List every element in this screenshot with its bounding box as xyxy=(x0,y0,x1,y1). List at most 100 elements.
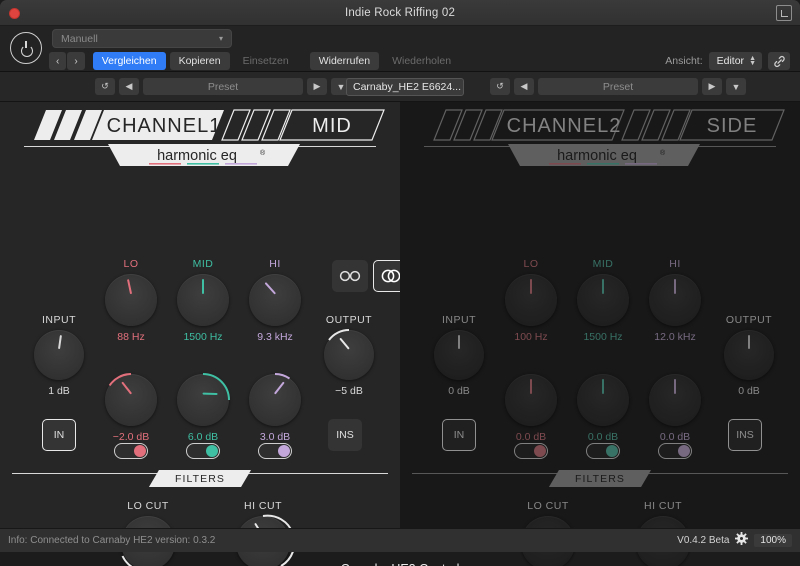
channel-2-mid-freq-knob[interactable] xyxy=(577,274,629,326)
close-dot-icon[interactable] xyxy=(9,8,20,19)
channel-1-mid-freq-knob[interactable] xyxy=(177,274,229,326)
channel-1-hi-enable-toggle[interactable] xyxy=(258,443,292,459)
redo-button: Wiederholen xyxy=(392,55,452,67)
channel-1-hi-freq-value: 9.3 kHz xyxy=(257,331,293,343)
channel-2-hi-gain-value: 0.0 dB xyxy=(659,431,691,443)
channel-2-in-button[interactable]: IN xyxy=(442,419,476,451)
channel-1-in-button[interactable]: IN xyxy=(42,419,76,451)
channel-2-hi-label: HI xyxy=(669,258,681,270)
output-arc xyxy=(328,329,350,341)
copy-button[interactable]: Kopieren xyxy=(169,52,230,70)
status-bar: Info: Connected to Carnaby HE2 version: … xyxy=(0,528,800,552)
channel-1-hi-freq-knob[interactable] xyxy=(249,274,301,326)
channel-1-mid-freq-group: MID 1500 Hz xyxy=(170,258,236,343)
channel-1-lo-label: LO xyxy=(123,258,139,270)
channel-2-lo-enable-toggle[interactable] xyxy=(514,443,548,459)
channel-1-lo-freq-knob[interactable] xyxy=(105,274,157,326)
preset-field-right[interactable]: Preset xyxy=(538,78,698,95)
channel-1-mid-freq-value: 1500 Hz xyxy=(183,331,223,343)
channel-2-mid-freq-group: MID 1500 Hz xyxy=(570,258,636,343)
channel-1-mid-gain-value: 6.0 dB xyxy=(187,431,219,443)
plugin-window: Indie Rock Riffing 02 Manuell ▾ ‹ › Verg… xyxy=(0,0,800,566)
channel-1-hi-gain-knob[interactable] xyxy=(249,373,301,426)
channel-2-output-group: OUTPUT 0 dB xyxy=(718,314,780,397)
channel-1-input-knob[interactable] xyxy=(34,330,84,380)
prev-preset-button-right[interactable]: ◀ xyxy=(514,78,534,95)
channel-1-input-group: INPUT 1 dB xyxy=(28,314,90,397)
channel-1-name: CHANNEL1 xyxy=(107,115,222,137)
window-title: Indie Rock Riffing 02 xyxy=(344,6,456,19)
preset-name-field[interactable]: Carnaby_HE2 E6624... xyxy=(346,77,464,96)
channel-1-lo-enable-toggle[interactable] xyxy=(114,443,148,459)
channel-2-lo-gain-group: 0.0 dB xyxy=(498,374,564,443)
channel-1-output-group: OUTPUT −5 dB xyxy=(318,314,380,397)
channel-1-mid-gain-group: 6.0 dB xyxy=(170,373,236,443)
channel-1-input-value: 1 dB xyxy=(48,385,70,397)
undo-button[interactable]: Widerrufen xyxy=(309,52,380,70)
reload-preset-button-left[interactable]: ↺ xyxy=(95,78,115,95)
channel-2-hicut-label: HI CUT xyxy=(644,500,682,512)
expand-icon[interactable] xyxy=(776,5,792,21)
chain-link-icon[interactable] xyxy=(768,52,790,70)
channel-1-mid-enable-toggle[interactable] xyxy=(186,443,220,459)
channel-1-hi-label: HI xyxy=(269,258,281,270)
channel-2-output-value: 0 dB xyxy=(738,385,760,397)
channel-2-mid-gain-knob[interactable] xyxy=(577,374,629,426)
channel-2-mid-gain-group: 0.0 dB xyxy=(570,374,636,443)
preset-mode-select[interactable]: Manuell ▾ xyxy=(52,29,232,48)
channel-2-input-knob[interactable] xyxy=(434,330,484,380)
channel-1-lo-freq-group: LO 88 Hz xyxy=(98,258,164,343)
channel-1-output-knob[interactable] xyxy=(324,329,374,380)
next-preset-button-right[interactable]: ▶ xyxy=(702,78,722,95)
preset-menu-button-right[interactable]: ▼ xyxy=(726,78,746,95)
plugin-preset-bar: ↺ ◀ Preset ▶ ▼ Carnaby_HE2 E6624... ↺ ◀ … xyxy=(0,72,800,102)
next-preset-button[interactable]: › xyxy=(67,52,85,70)
channel-2-hi-enable-toggle[interactable] xyxy=(658,443,692,459)
zoom-level[interactable]: 100% xyxy=(754,534,792,547)
mid-gain-arc xyxy=(202,373,230,401)
channel-1-lo-gain-value: −2.0 dB xyxy=(112,431,150,443)
channel-2-mid-freq-value: 1500 Hz xyxy=(583,331,623,343)
stepper-icon: ▲ ▼ xyxy=(749,55,756,67)
view-label: Ansicht: xyxy=(665,55,703,67)
channel-2-lo-gain-knob[interactable] xyxy=(505,374,557,426)
channel-1-brand-mark: ® xyxy=(260,149,266,157)
chevron-down-icon: ▾ xyxy=(218,34,223,43)
status-right-group: V0.4.2 Beta 100% xyxy=(677,531,792,550)
prev-preset-button[interactable]: ‹ xyxy=(49,52,67,70)
prev-preset-button-left[interactable]: ◀ xyxy=(119,78,139,95)
channel-1-lo-gain-knob[interactable] xyxy=(105,373,157,426)
hi-gain-arc xyxy=(274,373,291,380)
next-preset-button-left[interactable]: ▶ xyxy=(307,78,327,95)
channel-1-hi-freq-group: HI 9.3 kHz xyxy=(242,258,308,343)
channel-2-filters-header: FILTERS xyxy=(412,470,788,490)
channel-2-input-value: 0 dB xyxy=(448,385,470,397)
channel-1-mid-gain-knob[interactable] xyxy=(177,373,230,426)
channel-2-hi-freq-knob[interactable] xyxy=(649,274,701,326)
channel-2-hi-gain-knob[interactable] xyxy=(649,374,701,426)
channel-2-mid-enable-toggle[interactable] xyxy=(586,443,620,459)
preset-controls-left: ↺ ◀ Preset ▶ ▼ xyxy=(95,78,351,95)
two-separate-circles-icon[interactable] xyxy=(332,260,368,292)
channel-2-ins-button[interactable]: INS xyxy=(728,419,762,451)
channel-1-input-label: INPUT xyxy=(42,314,76,326)
channel-1-ins-button[interactable]: INS xyxy=(328,419,362,451)
compare-button[interactable]: Vergleichen xyxy=(92,52,166,70)
channel-2-input-label: INPUT xyxy=(442,314,476,326)
channel-2-lo-freq-knob[interactable] xyxy=(505,274,557,326)
reload-preset-button-right[interactable]: ↺ xyxy=(490,78,510,95)
gear-icon[interactable] xyxy=(735,531,749,550)
channel-2-name: CHANNEL2 xyxy=(507,115,622,137)
channel-2-locut-label: LO CUT xyxy=(527,500,569,512)
channel-1-filters-header: FILTERS xyxy=(12,470,388,490)
view-controls: Ansicht: Editor ▲ ▼ xyxy=(665,52,790,70)
preset-field-left[interactable]: Preset xyxy=(143,78,303,95)
channel-1-filters-label: FILTERS xyxy=(149,470,251,487)
channel-2-output-knob[interactable] xyxy=(724,330,774,380)
paste-button: Einsetzen xyxy=(242,55,289,67)
window-titlebar: Indie Rock Riffing 02 xyxy=(0,0,800,26)
view-select[interactable]: Editor ▲ ▼ xyxy=(708,52,762,70)
host-toolbar: Manuell ▾ ‹ › Vergleichen Kopieren Einse… xyxy=(0,26,800,72)
channel-1-hi-gain-value: 3.0 dB xyxy=(259,431,291,443)
power-icon[interactable] xyxy=(10,32,42,64)
